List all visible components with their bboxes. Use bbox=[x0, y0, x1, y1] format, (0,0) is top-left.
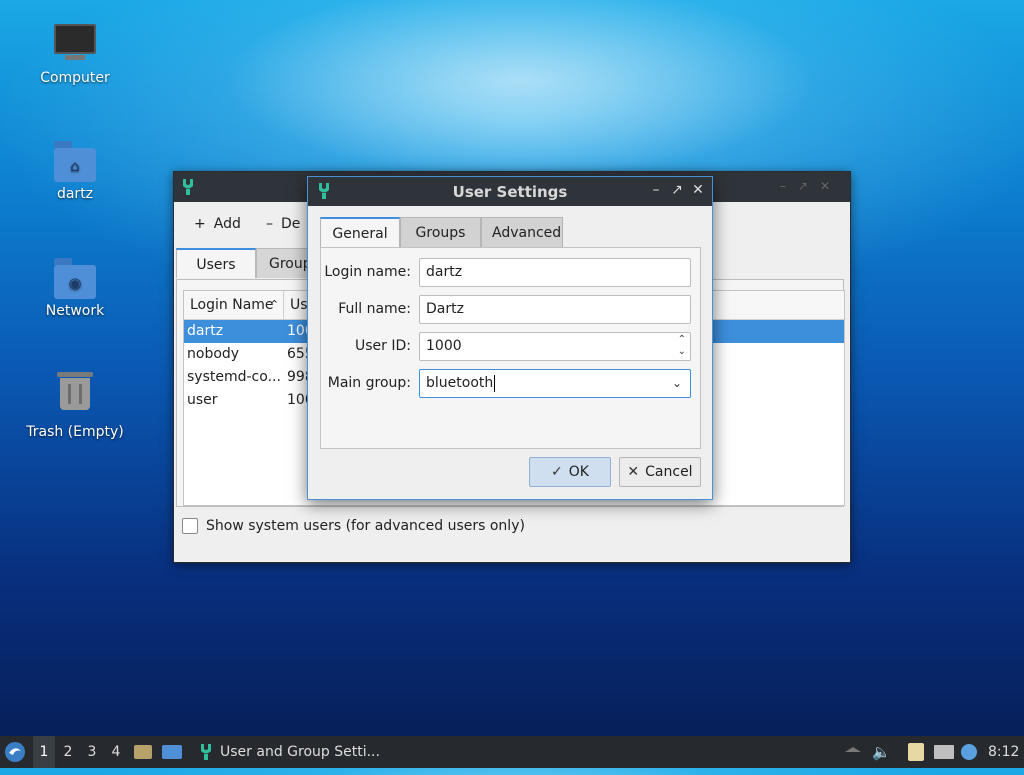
home-folder-icon: ⌂ bbox=[54, 140, 96, 182]
workspace-1[interactable]: 1 bbox=[33, 736, 55, 768]
clock[interactable]: 8:12 bbox=[988, 736, 1020, 768]
start-menu-button[interactable] bbox=[4, 736, 26, 768]
volume-icon[interactable]: 🔈 bbox=[872, 736, 891, 768]
user-id-label: User ID: bbox=[355, 338, 411, 354]
desktop-icon-label: Computer bbox=[40, 70, 110, 86]
workspace-4[interactable]: 4 bbox=[105, 736, 127, 768]
workspace-2[interactable]: 2 bbox=[57, 736, 79, 768]
add-button[interactable]: + Add bbox=[194, 216, 241, 232]
general-panel: Login name: dartz Full name: Dartz User … bbox=[320, 247, 701, 449]
notification-icon[interactable] bbox=[961, 744, 977, 760]
full-name-label: Full name: bbox=[338, 301, 411, 317]
network-folder-icon: ◉ bbox=[54, 257, 96, 299]
close-icon[interactable]: ✕ bbox=[690, 182, 706, 198]
tab-groups[interactable]: Groups bbox=[400, 217, 481, 247]
chevron-up-icon[interactable]: ⌃ bbox=[678, 334, 686, 346]
desktop-icon-computer[interactable]: Computer bbox=[20, 24, 130, 86]
ok-button[interactable]: ✓ OK bbox=[529, 457, 611, 487]
maximize-icon[interactable]: ↗ bbox=[669, 182, 685, 198]
minus-icon: – bbox=[266, 216, 273, 232]
tab-users[interactable]: Users bbox=[176, 248, 256, 278]
show-system-users-checkbox[interactable]: Show system users (for advanced users on… bbox=[182, 516, 525, 536]
tab-general[interactable]: General bbox=[320, 217, 400, 248]
desktop-icon-network[interactable]: ◉ Network bbox=[20, 257, 130, 319]
user-id-spinbox[interactable]: 1000 ⌃ ⌄ bbox=[419, 332, 691, 361]
clipboard-icon[interactable] bbox=[908, 743, 924, 761]
desktop-icon-label: Trash (Empty) bbox=[26, 424, 124, 440]
desktop-launcher[interactable] bbox=[162, 736, 184, 768]
workspace-3[interactable]: 3 bbox=[81, 736, 103, 768]
computer-icon bbox=[54, 24, 96, 66]
cancel-button[interactable]: ✕ Cancel bbox=[619, 457, 701, 487]
file-manager-launcher[interactable] bbox=[134, 736, 154, 768]
main-group-row: Main group: bluetooth ⌄ bbox=[321, 369, 700, 399]
user-settings-dialog: User Settings – ↗ ✕ General Groups Advan… bbox=[307, 176, 713, 500]
desktop-icon-trash[interactable]: Trash (Empty) bbox=[20, 372, 130, 440]
main-group-label: Main group: bbox=[327, 375, 411, 391]
window-controls: –↗✕ bbox=[779, 179, 842, 193]
full-name-row: Full name: Dartz bbox=[321, 295, 700, 325]
plus-icon: + bbox=[194, 216, 206, 232]
user-id-row: User ID: 1000 ⌃ ⌄ bbox=[321, 332, 700, 362]
check-icon: ✓ bbox=[551, 464, 563, 480]
tray-up-icon[interactable] bbox=[845, 747, 861, 752]
chevron-down-icon[interactable]: ⌄ bbox=[672, 370, 682, 397]
column-login-name[interactable]: Login Name ⌃ bbox=[184, 291, 284, 319]
close-icon: ✕ bbox=[627, 464, 640, 480]
task-user-group-settings[interactable]: User and Group Setti... bbox=[194, 736, 388, 768]
desktop-icon bbox=[162, 745, 182, 759]
login-name-label: Login name: bbox=[324, 264, 411, 280]
main-group-combobox[interactable]: bluetooth ⌄ bbox=[419, 369, 691, 398]
login-name-field[interactable]: dartz bbox=[419, 258, 691, 287]
delete-button[interactable]: – De bbox=[266, 216, 300, 232]
app-icon bbox=[183, 179, 193, 195]
desktop-icon-label: Network bbox=[45, 303, 105, 319]
login-name-row: Login name: dartz bbox=[321, 258, 700, 288]
chevron-down-icon[interactable]: ⌄ bbox=[678, 346, 686, 358]
taskbar: 1 2 3 4 User and Group Setti... 🔈 8:12 bbox=[0, 736, 1024, 768]
trash-icon bbox=[54, 372, 96, 420]
app-icon bbox=[201, 744, 211, 760]
full-name-field[interactable]: Dartz bbox=[419, 295, 691, 324]
network-icon[interactable] bbox=[934, 745, 954, 759]
file-manager-icon bbox=[134, 745, 152, 759]
tab-advanced[interactable]: Advanced bbox=[481, 217, 563, 247]
dialog-titlebar[interactable]: User Settings – ↗ ✕ bbox=[308, 177, 712, 206]
desktop-icon-label: dartz bbox=[56, 186, 94, 202]
text-cursor bbox=[494, 374, 496, 392]
start-menu-icon bbox=[5, 742, 25, 762]
desktop-icon-home-folder[interactable]: ⌂ dartz bbox=[20, 140, 130, 202]
spin-buttons[interactable]: ⌃ ⌄ bbox=[678, 334, 686, 358]
checkbox-box[interactable] bbox=[182, 518, 198, 534]
sort-up-icon: ⌃ bbox=[269, 298, 279, 311]
minimize-icon[interactable]: – bbox=[648, 182, 664, 198]
